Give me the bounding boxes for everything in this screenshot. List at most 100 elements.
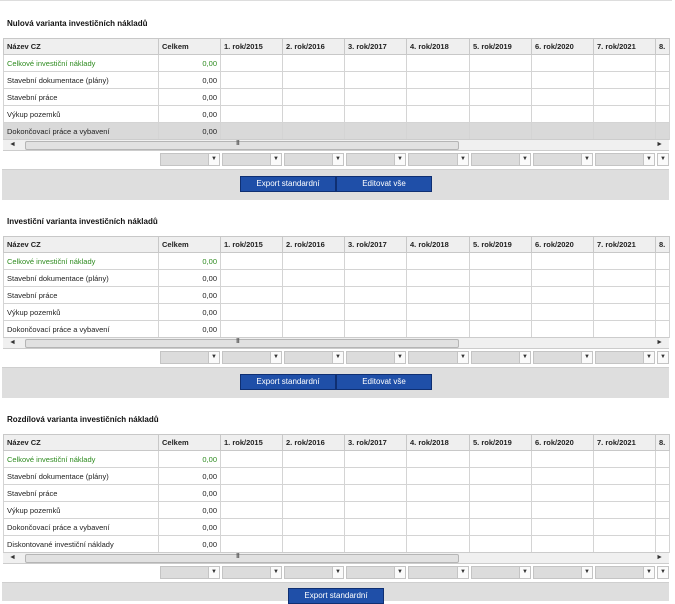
table-row[interactable]: Stavební práce 0,00 [3,484,670,502]
column-header[interactable]: 4. rok/2018 [406,38,470,55]
column-filter[interactable]: ▼ [160,566,220,579]
column-filter[interactable]: ▼ [160,153,220,166]
column-header[interactable]: 1. rok/2015 [220,236,283,253]
export-standard-button[interactable]: Export standardní [288,588,384,604]
column-filter[interactable]: ▼ [160,351,220,364]
table-row[interactable]: Dokončovací práce a vybavení 0,00 [3,518,670,536]
scroll-thumb[interactable]: III [25,338,459,348]
column-header[interactable]: Celkem [158,236,221,253]
table-row[interactable]: Stavební práce 0,00 [3,286,670,304]
chevron-down-icon[interactable]: ▼ [581,352,592,363]
chevron-down-icon[interactable]: ▼ [270,154,281,165]
scroll-left-icon[interactable]: ◄ [9,338,16,348]
scroll-thumb[interactable]: III [25,140,459,150]
column-header[interactable]: 8. [655,236,670,253]
export-standard-button[interactable]: Export standardní [240,176,336,192]
chevron-down-icon[interactable]: ▼ [394,567,405,578]
chevron-down-icon[interactable]: ▼ [457,352,468,363]
chevron-down-icon[interactable]: ▼ [457,567,468,578]
column-filter[interactable]: ▼ [533,566,593,579]
column-filter[interactable]: ▼ [222,351,282,364]
column-header[interactable]: 4. rok/2018 [406,434,470,451]
column-filter[interactable]: ▼ [471,153,531,166]
column-header[interactable]: 7. rok/2021 [593,38,656,55]
column-header[interactable]: 3. rok/2017 [344,434,407,451]
table-row[interactable]: Celkové investiční náklady 0,00 [3,54,670,72]
column-header[interactable]: Celkem [158,38,221,55]
edit-all-button[interactable]: Editovat vše [336,374,432,390]
chevron-down-icon[interactable]: ▼ [394,154,405,165]
column-filter[interactable]: ▼ [657,566,669,579]
column-filter[interactable]: ▼ [595,566,655,579]
edit-all-button[interactable]: Editovat vše [336,176,432,192]
table-row[interactable]: Dokončovací práce a vybavení 0,00 [3,320,670,338]
chevron-down-icon[interactable]: ▼ [332,154,343,165]
chevron-down-icon[interactable]: ▼ [643,154,654,165]
column-header[interactable]: 1. rok/2015 [220,38,283,55]
chevron-down-icon[interactable]: ▼ [581,567,592,578]
column-filter[interactable]: ▼ [284,566,344,579]
chevron-down-icon[interactable]: ▼ [270,352,281,363]
chevron-down-icon[interactable]: ▼ [394,352,405,363]
column-filter[interactable]: ▼ [471,351,531,364]
column-filter[interactable]: ▼ [595,153,655,166]
chevron-down-icon[interactable]: ▼ [457,154,468,165]
column-filter[interactable]: ▼ [471,566,531,579]
table-row[interactable]: Celkové investiční náklady 0,00 [3,450,670,468]
table-row[interactable]: Stavební práce 0,00 [3,88,670,106]
column-header[interactable]: Název CZ [3,434,159,451]
chevron-down-icon[interactable]: ▼ [519,352,530,363]
column-filter[interactable]: ▼ [222,566,282,579]
column-filter[interactable]: ▼ [408,566,469,579]
column-filter[interactable]: ▼ [284,351,344,364]
chevron-down-icon[interactable]: ▼ [643,567,654,578]
column-filter[interactable]: ▼ [346,566,406,579]
table-row[interactable]: Dokončovací práce a vybavení 0,00 [3,122,670,140]
table-row[interactable]: Výkup pozemků 0,00 [3,501,670,519]
column-filter[interactable]: ▼ [408,153,469,166]
column-header[interactable]: 7. rok/2021 [593,236,656,253]
column-header[interactable]: 6. rok/2020 [531,236,594,253]
scroll-right-icon[interactable]: ► [656,140,663,150]
column-filter[interactable]: ▼ [346,351,406,364]
column-header[interactable]: 6. rok/2020 [531,38,594,55]
table-row[interactable]: Stavební dokumentace (plány) 0,00 [3,467,670,485]
table-row[interactable]: Stavební dokumentace (plány) 0,00 [3,269,670,287]
chevron-down-icon[interactable]: ▼ [208,352,219,363]
column-header[interactable]: Název CZ [3,38,159,55]
table-row[interactable]: Diskontované investiční náklady 0,00 [3,535,670,553]
export-standard-button[interactable]: Export standardní [240,374,336,390]
column-header[interactable]: 2. rok/2016 [282,434,345,451]
horizontal-scrollbar[interactable]: ◄ III ► [3,337,669,349]
column-header[interactable]: 2. rok/2016 [282,38,345,55]
column-header[interactable]: 8. [655,38,670,55]
chevron-down-icon[interactable]: ▼ [332,352,343,363]
scroll-left-icon[interactable]: ◄ [9,140,16,150]
column-header[interactable]: Název CZ [3,236,159,253]
table-row[interactable]: Výkup pozemků 0,00 [3,303,670,321]
column-header[interactable]: 6. rok/2020 [531,434,594,451]
column-header[interactable]: 8. [655,434,670,451]
column-filter[interactable]: ▼ [595,351,655,364]
chevron-down-icon[interactable]: ▼ [657,154,668,165]
horizontal-scrollbar[interactable]: ◄ III ► [3,139,669,151]
column-header[interactable]: 3. rok/2017 [344,236,407,253]
chevron-down-icon[interactable]: ▼ [643,352,654,363]
column-header[interactable]: 2. rok/2016 [282,236,345,253]
scroll-left-icon[interactable]: ◄ [9,553,16,563]
chevron-down-icon[interactable]: ▼ [332,567,343,578]
scroll-thumb[interactable]: III [25,553,459,563]
column-filter[interactable]: ▼ [657,153,669,166]
column-filter[interactable]: ▼ [346,153,406,166]
column-filter[interactable]: ▼ [284,153,344,166]
column-filter[interactable]: ▼ [533,351,593,364]
column-header[interactable]: 4. rok/2018 [406,236,470,253]
column-header[interactable]: 5. rok/2019 [469,38,532,55]
horizontal-scrollbar[interactable]: ◄ III ► [3,552,669,564]
table-row[interactable]: Stavební dokumentace (plány) 0,00 [3,71,670,89]
column-header[interactable]: 5. rok/2019 [469,434,532,451]
table-row[interactable]: Celkové investiční náklady 0,00 [3,252,670,270]
chevron-down-icon[interactable]: ▼ [657,352,668,363]
column-header[interactable]: 1. rok/2015 [220,434,283,451]
chevron-down-icon[interactable]: ▼ [208,154,219,165]
